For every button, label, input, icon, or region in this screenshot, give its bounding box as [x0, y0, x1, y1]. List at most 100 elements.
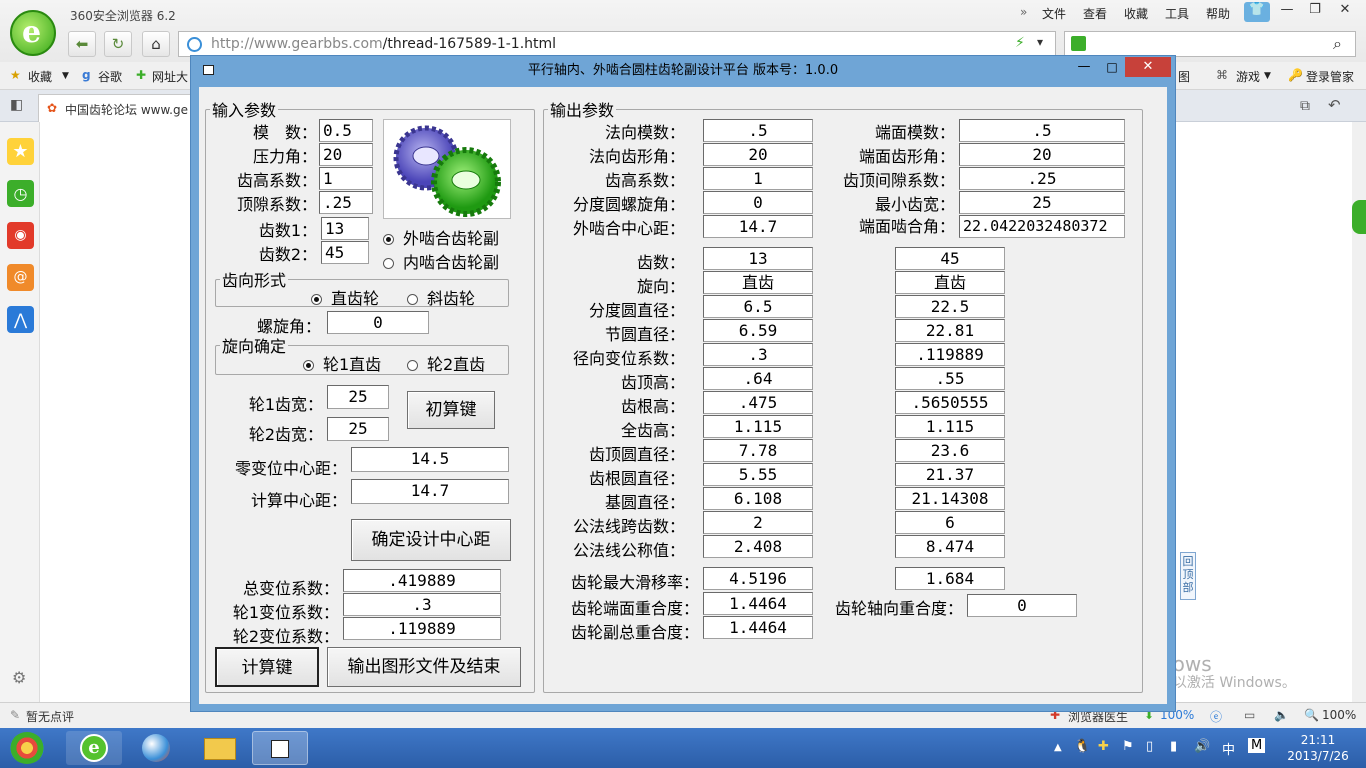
- addendum-coef-input[interactable]: 1: [319, 167, 373, 190]
- qq-icon[interactable]: 🐧: [1074, 739, 1090, 754]
- export-and-exit-button[interactable]: 输出图形文件及结束: [327, 647, 521, 687]
- shift2-input[interactable]: .119889: [343, 617, 501, 640]
- mesh-external-radio[interactable]: 外啮合齿轮副: [383, 225, 499, 249]
- skin-icon[interactable]: 👕: [1244, 2, 1270, 22]
- maximize-icon[interactable]: ❐: [1302, 2, 1328, 22]
- url-host: http://www.gearbbs.com: [211, 36, 383, 52]
- module-input[interactable]: 0.5: [319, 119, 373, 142]
- taskbar-360browser[interactable]: e: [66, 731, 122, 765]
- tray-expand-icon[interactable]: ▲: [1054, 742, 1062, 753]
- width1-label: 轮1齿宽：: [248, 395, 323, 414]
- shift1-input[interactable]: .3: [343, 593, 501, 616]
- search-engine-icon[interactable]: [1071, 36, 1086, 51]
- address-bar[interactable]: http://www.gearbbs.com/thread-167589-1-1…: [178, 31, 1056, 57]
- clock[interactable]: 21:11 2013/7/26: [1278, 732, 1358, 764]
- result-row-label: 全齿高：: [620, 421, 685, 440]
- app-minimize-icon[interactable]: —: [1071, 57, 1097, 77]
- settings-gear-icon[interactable]: ⚙: [12, 668, 26, 687]
- max-slip2-value: 1.684: [895, 567, 1005, 590]
- z1-input[interactable]: 13: [321, 217, 369, 240]
- fav-item[interactable]: 收藏: [28, 68, 52, 85]
- minimize-icon[interactable]: —: [1274, 2, 1300, 22]
- transverse-contact-value: 1.4464: [703, 592, 813, 615]
- back-icon[interactable]: ⬅: [68, 31, 96, 57]
- helical-radio[interactable]: 斜齿轮: [407, 285, 475, 309]
- close-icon[interactable]: ✕: [1332, 2, 1358, 22]
- tab-title: 中国齿轮论坛 www.ge: [65, 103, 188, 117]
- sound-icon[interactable]: 🔈: [1274, 708, 1289, 722]
- taskbar-app-globe[interactable]: [128, 731, 184, 765]
- fav-item[interactable]: 网址大: [152, 68, 188, 85]
- window-icon[interactable]: ▭: [1244, 708, 1255, 722]
- pressure-angle-input[interactable]: 20: [319, 143, 373, 166]
- network-icon[interactable]: ▮: [1170, 739, 1177, 754]
- fav-right-item[interactable]: 图: [1178, 68, 1190, 85]
- refresh-icon[interactable]: ↻: [104, 31, 132, 57]
- zoom-icon[interactable]: 🔍: [1304, 708, 1319, 722]
- status-comment[interactable]: 暂无点评: [26, 708, 74, 725]
- fav-right-item[interactable]: 登录管家: [1306, 68, 1354, 85]
- lightning-icon[interactable]: ⚡: [1015, 35, 1025, 51]
- menu-favorites[interactable]: 收藏: [1124, 5, 1148, 22]
- calc-button[interactable]: 计算键: [215, 647, 319, 687]
- taskbar-explorer[interactable]: [192, 731, 248, 765]
- total-shift-input[interactable]: .419889: [343, 569, 501, 592]
- spur-radio[interactable]: 直齿轮: [311, 285, 379, 309]
- ime-mode[interactable]: M: [1248, 738, 1266, 753]
- favorites-star-icon[interactable]: ★: [7, 138, 34, 165]
- tray-plus-icon[interactable]: ✚: [1098, 739, 1109, 754]
- weibo-icon[interactable]: ◉: [7, 222, 34, 249]
- fav-right-item[interactable]: 游戏: [1236, 68, 1260, 85]
- home-icon[interactable]: ⌂: [142, 31, 170, 57]
- app-maximize-icon[interactable]: □: [1099, 57, 1125, 77]
- more-icon[interactable]: »: [1020, 5, 1027, 19]
- mail-icon[interactable]: @: [7, 264, 34, 291]
- status-zoom[interactable]: 100%: [1322, 708, 1356, 722]
- new-tab-icon[interactable]: ⧉: [1300, 98, 1310, 114]
- total-contact-label: 齿轮副总重合度：: [570, 623, 699, 642]
- float-tool-icon[interactable]: [1352, 200, 1366, 234]
- menu-view[interactable]: 查看: [1083, 5, 1107, 22]
- calc-cd-input[interactable]: 14.7: [351, 479, 509, 504]
- phone-icon[interactable]: ▯: [1146, 739, 1153, 754]
- max-slip1-value: 4.5196: [703, 567, 813, 590]
- addendum-coef-label: 齿高系数：: [236, 171, 317, 190]
- z2-input[interactable]: 45: [321, 241, 369, 264]
- chat-icon[interactable]: ⋀: [7, 306, 34, 333]
- ie-icon[interactable]: ⓔ: [1210, 708, 1222, 725]
- volume-icon[interactable]: 🔊: [1194, 739, 1210, 754]
- sidebar-toggle-icon[interactable]: ◧: [10, 97, 23, 113]
- search-icon[interactable]: ⌕: [1333, 34, 1342, 54]
- menu-file[interactable]: 文件: [1042, 5, 1066, 22]
- tab-gearbbs[interactable]: ✿ 中国齿轮论坛 www.ge: [38, 94, 198, 122]
- taskbar-gear-app[interactable]: [252, 731, 308, 765]
- gear2-spur-radio[interactable]: 轮2直齿: [407, 351, 485, 375]
- fav-item[interactable]: 谷歌: [98, 68, 122, 85]
- chevron-down-icon[interactable]: ▼: [1264, 71, 1271, 81]
- helix-angle-input[interactable]: 0: [327, 311, 429, 334]
- confirm-cd-button[interactable]: 确定设计中心距: [351, 519, 511, 561]
- clearance-coef-input[interactable]: .25: [319, 191, 373, 214]
- back-to-top-button[interactable]: 回顶部: [1180, 552, 1196, 600]
- prelim-calc-button[interactable]: 初算键: [407, 391, 495, 429]
- width1-input[interactable]: 25: [327, 385, 389, 409]
- zero-shift-cd-input[interactable]: 14.5: [351, 447, 509, 472]
- zero-shift-cd-label: 零变位中心距：: [234, 459, 347, 478]
- clearance-coef-label: 顶隙系数：: [236, 195, 317, 214]
- gear2-result-value: 23.6: [895, 439, 1005, 462]
- width2-input[interactable]: 25: [327, 417, 389, 441]
- undo-close-icon[interactable]: ↶: [1328, 96, 1341, 114]
- start-button[interactable]: [10, 732, 44, 764]
- menu-tools[interactable]: 工具: [1165, 5, 1189, 22]
- ime-language[interactable]: 中: [1222, 739, 1235, 758]
- chevron-down-icon[interactable]: ▼: [62, 71, 69, 81]
- search-input[interactable]: ⌕: [1064, 31, 1356, 57]
- chevron-down-icon[interactable]: ▾: [1037, 35, 1043, 49]
- gear2-result-value: 8.474: [895, 535, 1005, 558]
- app-close-icon[interactable]: ✕: [1125, 57, 1171, 77]
- menu-help[interactable]: 帮助: [1206, 5, 1230, 22]
- history-clock-icon[interactable]: ◷: [7, 180, 34, 207]
- gear1-spur-radio[interactable]: 轮1直齿: [303, 351, 381, 375]
- axial-contact-value: 0: [967, 594, 1077, 617]
- flag-icon[interactable]: ⚑: [1122, 739, 1134, 754]
